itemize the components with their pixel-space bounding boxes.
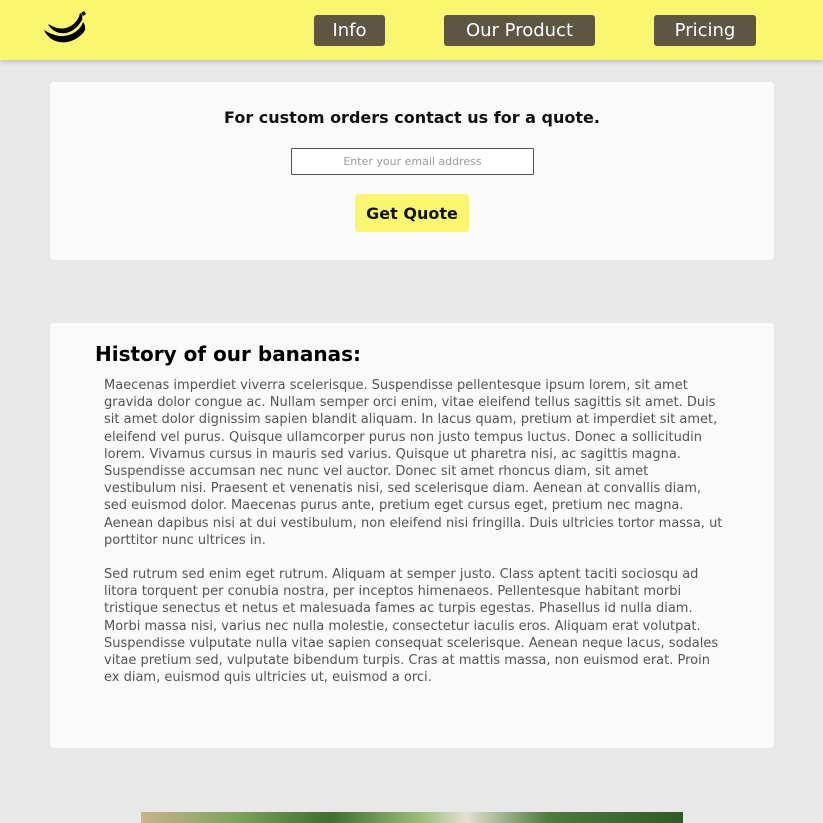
banana-plant-photo: [141, 812, 683, 823]
get-quote-button[interactable]: Get Quote: [355, 194, 469, 232]
nav-pricing-button[interactable]: Pricing: [654, 15, 756, 46]
banana-logo-icon[interactable]: [40, 10, 90, 50]
nav-info-button[interactable]: Info: [314, 15, 385, 46]
history-card: History of our bananas: Maecenas imperdi…: [50, 323, 774, 748]
history-paragraph: Sed rutrum sed enim eget rutrum. Aliquam…: [104, 567, 719, 686]
email-input[interactable]: [291, 148, 534, 175]
history-paragraph: Maecenas imperdiet viverra scelerisque. …: [104, 378, 723, 548]
quote-card: For custom orders contact us for a quote…: [50, 82, 774, 260]
quote-heading: For custom orders contact us for a quote…: [224, 108, 600, 127]
top-nav-bar: Info Our Product Pricing: [0, 0, 823, 60]
history-heading: History of our bananas:: [95, 342, 362, 366]
nav-our-product-button[interactable]: Our Product: [444, 15, 595, 46]
history-body: Maecenas imperdiet viverra scelerisque. …: [104, 377, 724, 686]
